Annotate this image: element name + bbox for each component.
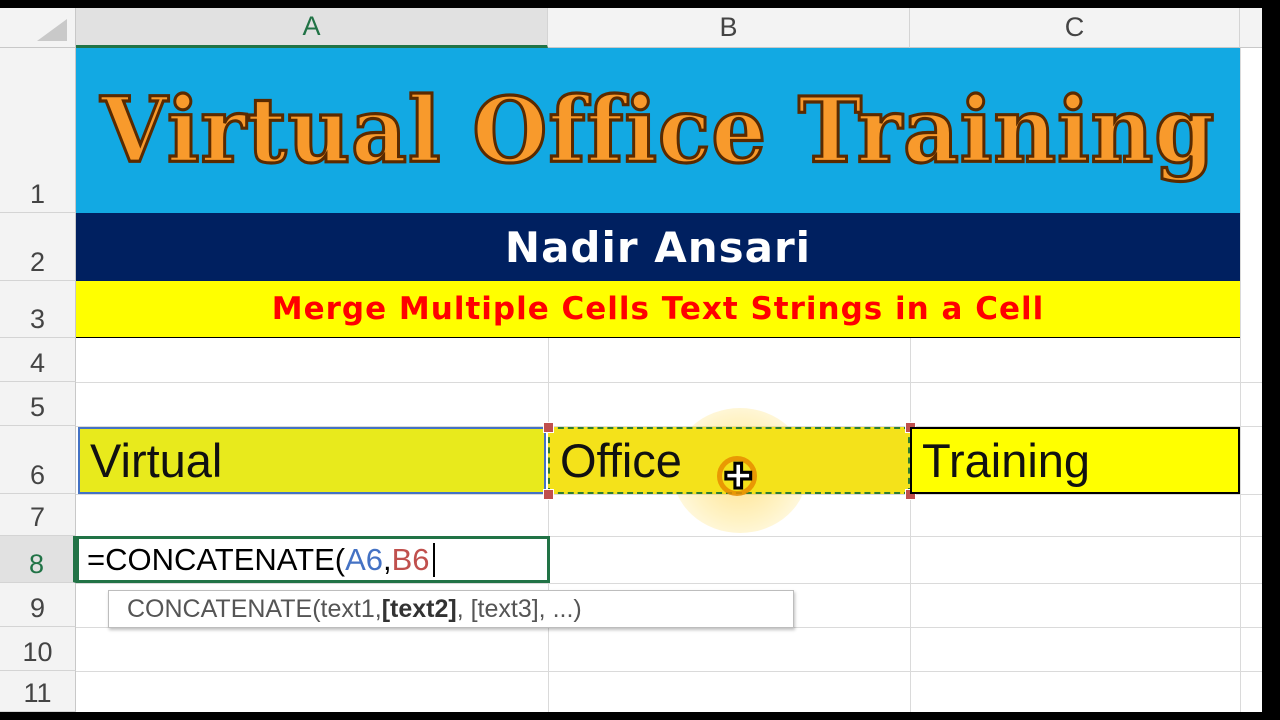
- formula-separator: ,: [383, 541, 392, 577]
- formula-ref-a6: A6: [345, 541, 383, 577]
- title-banner-cell[interactable]: Virtual Office Training: [76, 48, 1240, 213]
- gridline: [76, 382, 1262, 383]
- column-header-b[interactable]: B: [548, 8, 910, 48]
- gridline: [1240, 48, 1241, 712]
- row-header-6[interactable]: 6: [0, 426, 76, 494]
- row-header-11[interactable]: 11: [0, 671, 76, 712]
- row-header-4[interactable]: 4: [0, 338, 76, 382]
- gridline: [76, 494, 1262, 495]
- function-argument-tooltip[interactable]: CONCATENATE(text1, [text2], [text3], ...…: [108, 590, 794, 628]
- gridline: [76, 583, 1262, 584]
- column-header-next[interactable]: [1240, 8, 1262, 48]
- select-all-triangle-icon: [37, 19, 67, 41]
- subtitle-text: Merge Multiple Cells Text Strings in a C…: [271, 291, 1045, 327]
- author-text: Nadir Ansari: [504, 222, 812, 272]
- formula-ref-b6: B6: [391, 541, 430, 577]
- row-header-1[interactable]: 1: [0, 48, 76, 213]
- gridline: [76, 671, 1262, 672]
- author-banner-cell[interactable]: Nadir Ansari: [76, 213, 1240, 281]
- tooltip-function-name[interactable]: CONCATENATE(: [127, 595, 321, 624]
- subtitle-banner-cell[interactable]: Merge Multiple Cells Text Strings in a C…: [76, 281, 1240, 338]
- cell-a6-value: Virtual: [90, 434, 223, 487]
- row-header-7[interactable]: 7: [0, 494, 76, 536]
- row-header-9[interactable]: 9: [0, 583, 76, 627]
- selection-handle-bl[interactable]: [543, 489, 554, 500]
- spreadsheet-grid[interactable]: A B C 1 2 3 4 5 6 7 8 9 10 11 Virtual Of…: [0, 8, 1262, 712]
- cell-select-cursor-icon: ✚: [723, 458, 753, 496]
- tooltip-arg-rest: , [text3], ...): [456, 594, 582, 623]
- cell-c6[interactable]: Training: [910, 427, 1240, 494]
- row-header-2[interactable]: 2: [0, 213, 76, 281]
- cell-a6[interactable]: Virtual: [78, 427, 546, 494]
- row-header-8[interactable]: 8: [0, 536, 76, 583]
- column-header-c[interactable]: C: [910, 8, 1240, 48]
- title-text: Virtual Office Training: [99, 76, 1216, 185]
- formula-prefix: =CONCATENATE(: [87, 541, 346, 577]
- text-caret: [432, 542, 435, 577]
- column-header-a[interactable]: A: [76, 8, 548, 48]
- row-header-10[interactable]: 10: [0, 627, 76, 671]
- selection-handle-tl[interactable]: [543, 422, 554, 433]
- select-all-corner[interactable]: [0, 8, 76, 48]
- row-header-3[interactable]: 3: [0, 281, 76, 338]
- cell-a8-formula-input[interactable]: =CONCATENATE(A6, B6: [76, 536, 550, 583]
- tooltip-arg-text1: text1,: [320, 594, 382, 623]
- cell-c6-value: Training: [922, 434, 1091, 487]
- row-header-5[interactable]: 5: [0, 382, 76, 426]
- cell-b6-value: Office: [560, 434, 682, 487]
- tooltip-arg-text2-current: [text2]: [381, 594, 457, 623]
